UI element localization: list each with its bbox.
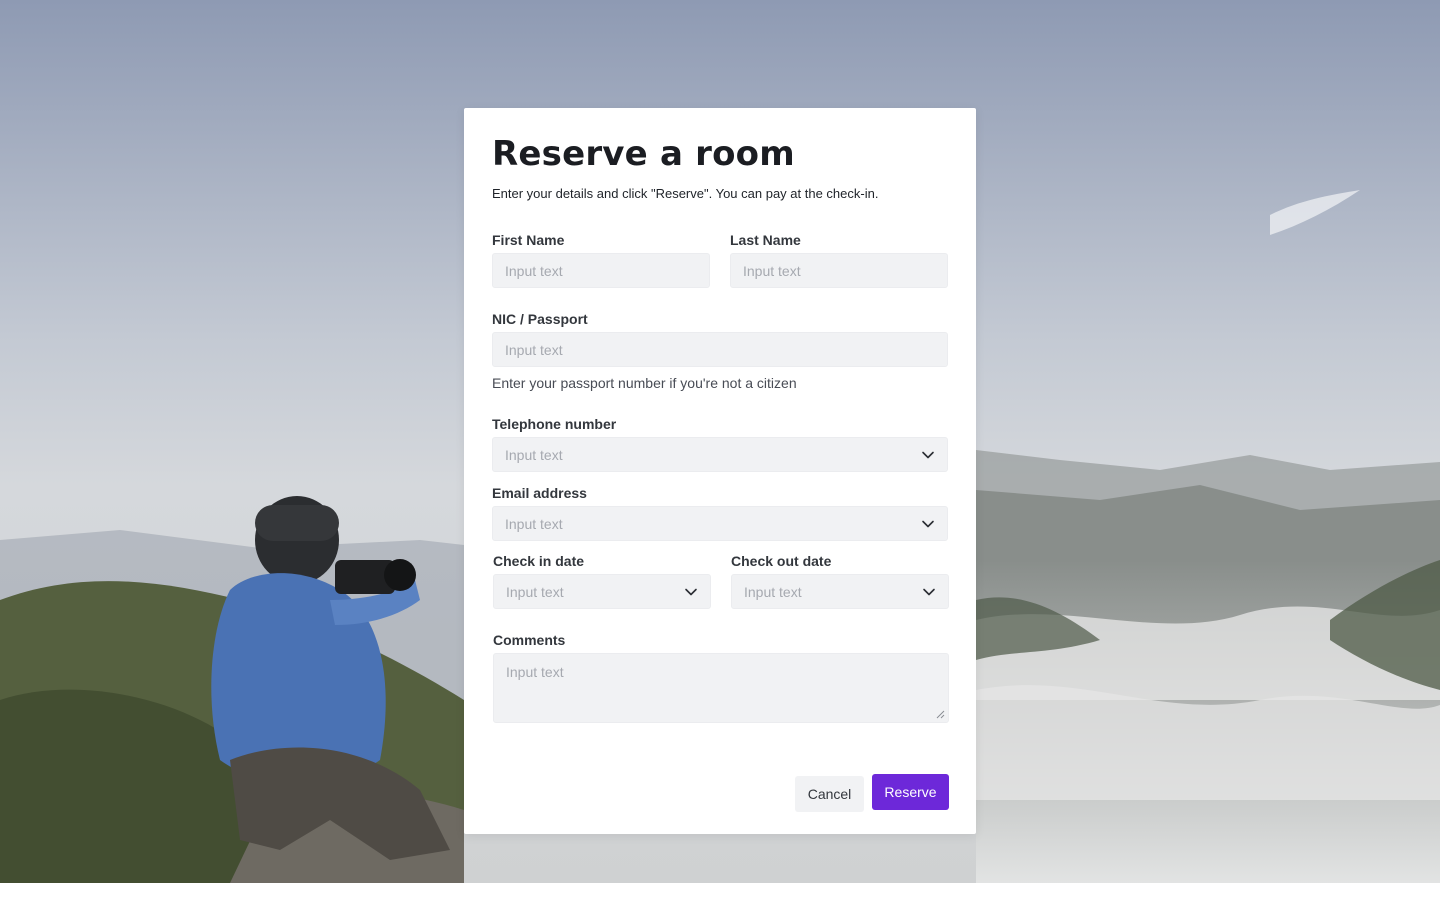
email-select[interactable]: Input text	[492, 506, 948, 541]
comments-placeholder: Input text	[506, 664, 564, 680]
first-name-label: First Name	[492, 232, 565, 248]
first-name-placeholder: Input text	[505, 262, 563, 279]
chevron-down-icon	[923, 588, 935, 595]
last-name-label: Last Name	[730, 232, 801, 248]
chevron-down-icon	[922, 451, 934, 458]
modal-title: Reserve a room	[492, 134, 795, 174]
nic-passport-label: NIC / Passport	[492, 311, 588, 327]
check-out-label: Check out date	[731, 553, 832, 569]
comments-textarea[interactable]: Input text	[493, 653, 949, 723]
check-out-placeholder: Input text	[744, 583, 802, 600]
resize-grip-icon[interactable]	[935, 709, 945, 719]
check-in-select[interactable]: Input text	[493, 574, 711, 609]
check-in-placeholder: Input text	[506, 583, 564, 600]
modal-subtitle: Enter your details and click "Reserve". …	[492, 186, 879, 201]
first-name-field[interactable]: Input text	[492, 253, 710, 288]
last-name-placeholder: Input text	[743, 262, 801, 279]
nic-passport-helper-text: Enter your passport number if you're not…	[492, 375, 797, 391]
telephone-label: Telephone number	[492, 416, 617, 432]
email-placeholder: Input text	[505, 515, 563, 532]
telephone-placeholder: Input text	[505, 446, 563, 463]
check-out-select[interactable]: Input text	[731, 574, 949, 609]
chevron-down-icon	[685, 588, 697, 595]
nic-passport-placeholder: Input text	[505, 341, 563, 358]
check-in-label: Check in date	[493, 553, 585, 569]
email-label: Email address	[492, 485, 587, 501]
nic-passport-field[interactable]: Input text	[492, 332, 948, 367]
last-name-field[interactable]: Input text	[730, 253, 948, 288]
cancel-button[interactable]: Cancel	[795, 776, 864, 812]
chevron-down-icon	[922, 520, 934, 527]
comments-label: Comments	[493, 632, 566, 648]
telephone-select[interactable]: Input text	[492, 437, 948, 472]
reserve-button[interactable]: Reserve	[872, 774, 949, 810]
reserve-room-modal: Reserve a room Enter your details and cl…	[464, 108, 976, 834]
